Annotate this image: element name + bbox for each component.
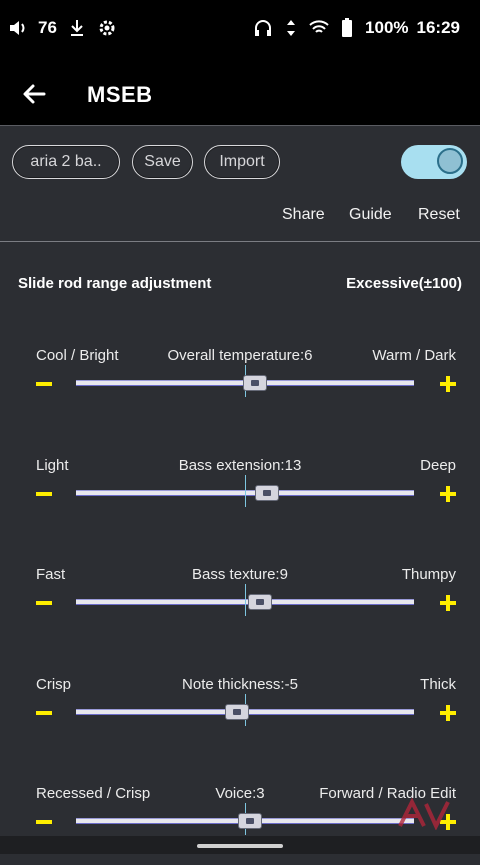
share-button[interactable]: Share	[282, 206, 325, 224]
increase-button[interactable]	[440, 595, 456, 611]
slider-row: Light Bass extension:13 Deep	[0, 457, 480, 537]
slider-thumb[interactable]	[254, 485, 279, 501]
volume-level: 76	[38, 18, 57, 37]
increase-button[interactable]	[440, 376, 456, 392]
toggle-knob	[437, 148, 463, 174]
back-button[interactable]	[20, 80, 48, 108]
slider-right-label: Thumpy	[401, 566, 456, 583]
decrease-button[interactable]	[36, 382, 52, 386]
section-divider	[0, 241, 480, 242]
decrease-button[interactable]	[36, 711, 52, 715]
app-bar-divider	[0, 125, 480, 126]
slider-right-label: Thick	[420, 676, 456, 693]
save-label: Save	[144, 153, 181, 170]
slider-row: Cool / Bright Overall temperature:6 Warm…	[0, 347, 480, 427]
decrease-button[interactable]	[36, 601, 52, 605]
status-right: 100% 16:29	[253, 18, 460, 38]
slider-row: Fast Bass texture:9 Thumpy	[0, 566, 480, 646]
preset-name: aria 2 ba..	[30, 153, 102, 170]
guide-button[interactable]: Guide	[349, 206, 392, 224]
slider-thumb[interactable]	[243, 375, 268, 391]
slider-thumb[interactable]	[248, 594, 273, 610]
decrease-button[interactable]	[36, 492, 52, 496]
download-icon	[67, 18, 87, 38]
battery-level: 100%	[365, 18, 409, 37]
import-label: Import	[219, 153, 265, 170]
slider-right-label: Deep	[420, 457, 456, 474]
enable-toggle[interactable]	[401, 145, 467, 179]
page-title: MSEB	[87, 82, 153, 107]
clock: 16:29	[416, 18, 460, 37]
settings-icon	[97, 18, 117, 38]
slider-thumb[interactable]	[238, 813, 263, 829]
decrease-button[interactable]	[36, 820, 52, 824]
slider-title: Note thickness:-5	[182, 676, 298, 693]
gesture-nav-handle[interactable]	[197, 844, 283, 848]
save-button[interactable]: Save	[132, 145, 193, 179]
volume-icon	[8, 18, 28, 38]
reset-button[interactable]: Reset	[418, 206, 460, 224]
headset-icon	[253, 18, 273, 38]
increase-button[interactable]	[440, 705, 456, 721]
slider-row: Crisp Note thickness:-5 Thick	[0, 676, 480, 756]
slider-thumb[interactable]	[224, 704, 249, 720]
increase-button[interactable]	[440, 486, 456, 502]
data-arrows-icon	[281, 18, 301, 38]
status-left: 76	[8, 18, 117, 38]
back-arrow-icon	[23, 84, 46, 104]
slider-right-label: Warm / Dark	[372, 347, 456, 364]
slider-center-mark	[245, 475, 246, 507]
wifi-icon	[309, 18, 329, 38]
status-bar: 76 100% 16:29	[0, 0, 480, 60]
import-button[interactable]: Import	[204, 145, 280, 179]
app-bar: MSEB	[0, 60, 480, 126]
watermark-logo-icon	[396, 796, 452, 831]
preset-selector[interactable]: aria 2 ba..	[12, 145, 120, 179]
slider-title: Bass extension:13	[178, 457, 302, 474]
battery-icon	[337, 18, 357, 38]
range-label: Slide rod range adjustment	[18, 275, 212, 292]
range-value[interactable]: Excessive(±100)	[346, 275, 462, 292]
slider-center-mark	[245, 584, 246, 616]
